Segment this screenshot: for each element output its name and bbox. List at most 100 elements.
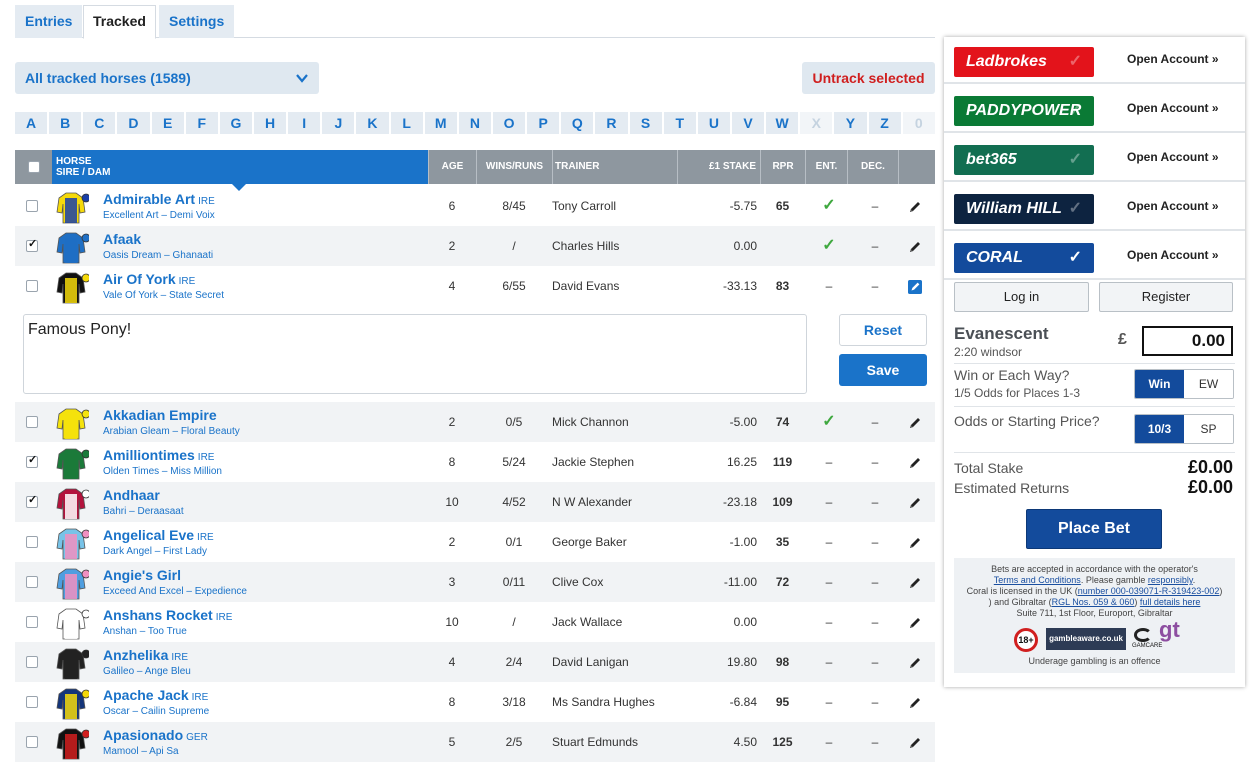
header-trainer[interactable]: TRAINER — [552, 150, 677, 184]
letter-filter-b[interactable]: B — [49, 112, 82, 134]
letter-filter-v[interactable]: V — [731, 112, 765, 134]
sire-link[interactable]: Arabian Gleam — [103, 426, 170, 437]
responsibly-link[interactable]: responsibly — [1148, 575, 1193, 585]
terms-link[interactable]: Terms and Conditions — [994, 575, 1081, 585]
edit-note-button[interactable] — [900, 482, 930, 522]
letter-filter-y[interactable]: Y — [834, 112, 867, 134]
dam-link[interactable]: Api Sa — [149, 746, 178, 757]
horse-name-link[interactable]: Apache Jack IRE — [103, 687, 208, 703]
dam-link[interactable]: State Secret — [169, 290, 224, 301]
dam-link[interactable]: Miss Million — [170, 466, 222, 477]
stake-input[interactable]: 0.00 — [1142, 326, 1233, 356]
odds-option[interactable]: 10/3 — [1135, 415, 1184, 443]
row-checkbox[interactable] — [26, 280, 38, 292]
uk-license-link[interactable]: number 000-039071-R-319423-002 — [1078, 586, 1220, 596]
dam-link[interactable]: Too True — [148, 626, 187, 637]
header-ent[interactable]: ENT. — [805, 150, 847, 184]
row-checkbox[interactable] — [26, 416, 38, 428]
bookmaker-logo[interactable]: bet365 ✓ — [954, 145, 1094, 175]
row-checkbox[interactable] — [26, 454, 38, 468]
gib-license-link[interactable]: RGL Nos. 059 & 060 — [1052, 597, 1135, 607]
letter-filter-w[interactable]: W — [766, 112, 799, 134]
dam-link[interactable]: Deraasaat — [137, 506, 183, 517]
sire-link[interactable]: Oasis Dream — [103, 250, 161, 261]
sire-link[interactable]: Olden Times — [103, 466, 159, 477]
win-option[interactable]: Win — [1135, 370, 1184, 398]
letter-filter-d[interactable]: D — [117, 112, 150, 134]
horse-name-link[interactable]: Anzhelika IRE — [103, 647, 188, 663]
letter-filter-c[interactable]: C — [83, 112, 116, 134]
save-button[interactable]: Save — [839, 354, 927, 386]
row-checkbox[interactable] — [26, 494, 38, 508]
reset-button[interactable]: Reset — [839, 314, 927, 346]
sire-link[interactable]: Mamool — [103, 746, 139, 757]
bookmaker-logo[interactable]: PADDYPOWER ✓ — [954, 96, 1094, 126]
horse-name-link[interactable]: Amilliontimes IRE — [103, 447, 214, 463]
edit-note-button[interactable] — [900, 266, 930, 306]
edit-note-button[interactable] — [900, 522, 930, 562]
header-stake[interactable]: £1 STAKE — [677, 150, 760, 184]
header-dec[interactable]: DEC. — [847, 150, 898, 184]
tab-entries[interactable]: Entries — [15, 5, 83, 38]
row-checkbox[interactable] — [26, 576, 38, 588]
gambleaware-logo[interactable]: gambleaware.co.uk — [1046, 628, 1126, 650]
letter-filter-s[interactable]: S — [629, 112, 662, 134]
tab-settings[interactable]: Settings — [159, 5, 235, 38]
letter-filter-m[interactable]: M — [424, 112, 457, 134]
sire-link[interactable]: Anshan — [103, 626, 137, 637]
dam-link[interactable]: Expedience — [195, 586, 247, 597]
letter-filter-0[interactable]: 0 — [902, 112, 935, 134]
open-account-link[interactable]: Open Account » — [1127, 199, 1219, 213]
dam-link[interactable]: Ghanaati — [172, 250, 213, 261]
letter-filter-i[interactable]: I — [288, 112, 321, 134]
horse-name-link[interactable]: Akkadian Empire — [103, 407, 220, 423]
letter-filter-u[interactable]: U — [697, 112, 730, 134]
login-button[interactable]: Log in — [954, 282, 1089, 312]
edit-note-button[interactable] — [900, 642, 930, 682]
dam-link[interactable]: Demi Voix — [170, 210, 215, 221]
letter-filter-z[interactable]: Z — [868, 112, 901, 134]
edit-note-button[interactable] — [900, 562, 930, 602]
row-checkbox[interactable] — [26, 656, 38, 668]
sire-link[interactable]: Galileo — [103, 666, 134, 677]
header-age[interactable]: AGE — [428, 150, 476, 184]
edit-note-button[interactable] — [900, 602, 930, 642]
sire-link[interactable]: Bahri — [103, 506, 126, 517]
note-textarea[interactable]: Famous Pony! — [23, 314, 807, 394]
letter-filter-g[interactable]: G — [219, 112, 252, 134]
bookmaker-logo[interactable]: CORAL ✓ — [954, 243, 1094, 273]
row-checkbox[interactable] — [26, 696, 38, 708]
letter-filter-t[interactable]: T — [663, 112, 696, 134]
edit-note-button[interactable] — [900, 682, 930, 722]
letter-filter-x[interactable]: X — [800, 112, 833, 134]
horse-name-link[interactable]: Angelical Eve IRE — [103, 527, 214, 543]
letter-filter-j[interactable]: J — [322, 112, 355, 134]
horse-name-link[interactable]: Air Of York IRE — [103, 271, 195, 287]
dam-link[interactable]: Cailin Supreme — [141, 706, 209, 717]
sire-link[interactable]: Exceed And Excel — [103, 586, 184, 597]
edit-note-button[interactable] — [900, 402, 930, 442]
place-bet-button[interactable]: Place Bet — [1026, 509, 1162, 549]
bookmaker-logo[interactable]: Ladbrokes ✓ — [954, 47, 1094, 77]
letter-filter-h[interactable]: H — [253, 112, 287, 134]
edit-note-button[interactable] — [900, 442, 930, 482]
tracked-filter-dropdown[interactable]: All tracked horses (1589) — [15, 62, 319, 94]
letter-filter-e[interactable]: E — [151, 112, 184, 134]
gordon-moody-logo[interactable]: gt — [1159, 619, 1180, 641]
dam-link[interactable]: Floral Beauty — [181, 426, 240, 437]
letter-filter-q[interactable]: Q — [561, 112, 594, 134]
dam-link[interactable]: Ange Bleu — [145, 666, 191, 677]
row-checkbox[interactable] — [26, 200, 38, 212]
sire-link[interactable]: Excellent Art — [103, 210, 159, 221]
select-all-checkbox[interactable] — [27, 161, 40, 173]
letter-filter-p[interactable]: P — [527, 112, 560, 134]
row-checkbox[interactable] — [26, 736, 38, 748]
header-rpr[interactable]: RPR — [760, 150, 805, 184]
open-account-link[interactable]: Open Account » — [1127, 150, 1219, 164]
sire-link[interactable]: Vale Of York — [103, 290, 158, 301]
gamcare-logo[interactable]: GAMCARE — [1132, 628, 1162, 652]
row-checkbox[interactable] — [26, 238, 38, 252]
sp-option[interactable]: SP — [1184, 415, 1233, 443]
letter-filter-k[interactable]: K — [356, 112, 389, 134]
letter-filter-r[interactable]: R — [595, 112, 628, 134]
